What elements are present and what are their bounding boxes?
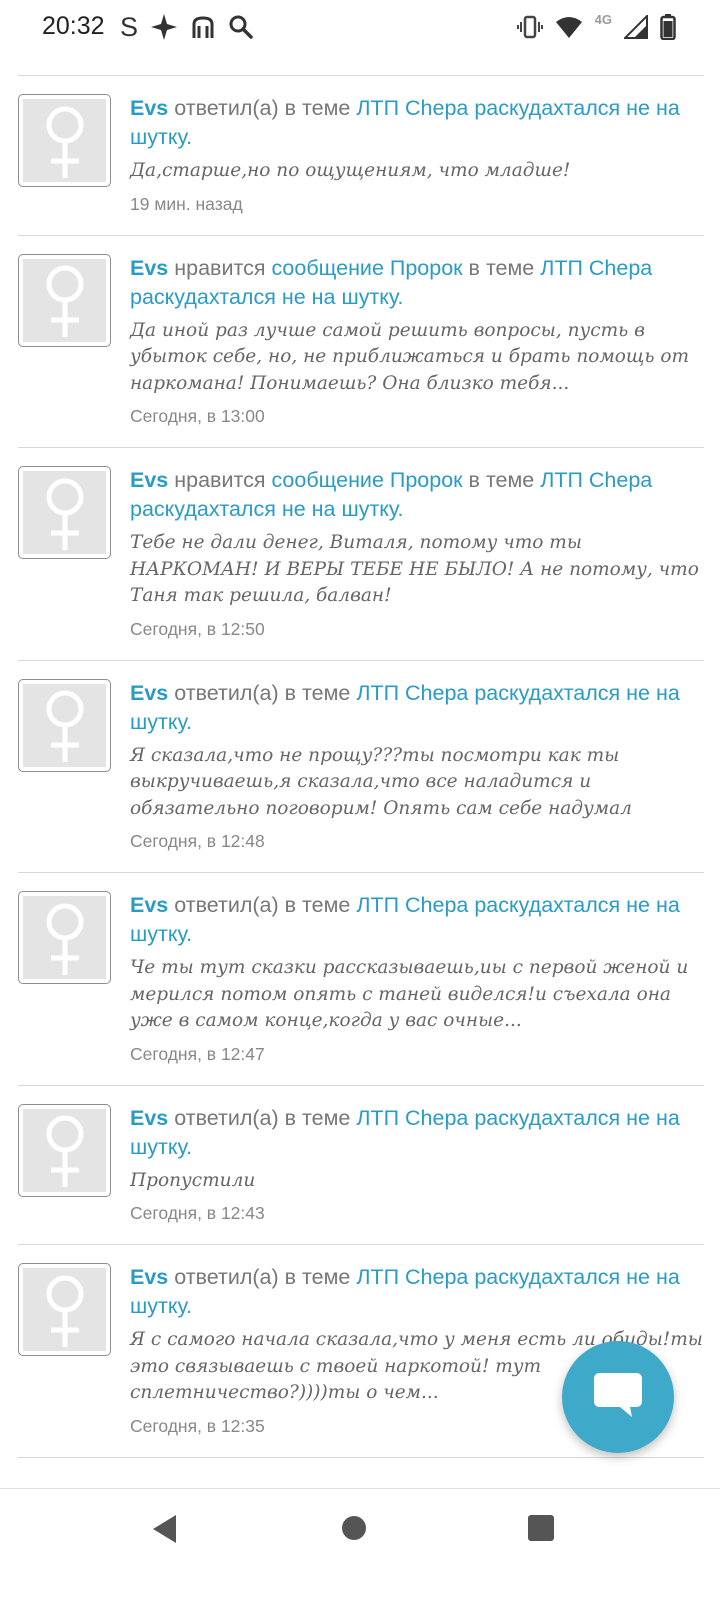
chat-bubble-icon [592,1371,644,1424]
message-link[interactable]: сообщение Пророк [271,468,462,492]
avatar[interactable] [18,1103,111,1197]
message-link[interactable]: сообщение Пророк [271,256,462,280]
sparkle-icon [150,13,178,41]
user-link[interactable]: Evs [130,96,168,120]
period: . [186,709,193,734]
item-headline: Evs ответил(а) в теме ЛТП Chepa раскудах… [130,679,704,737]
system-nav-bar [0,1488,720,1600]
item-headline: Evs ответил(а) в теме ЛТП Chepa раскудах… [130,94,704,152]
user-link[interactable]: Evs [130,256,168,280]
feed-item[interactable]: Evs нравится сообщение Пророк в теме ЛТП… [18,448,704,661]
female-avatar-icon [23,471,106,554]
user-link[interactable]: Evs [130,1106,168,1130]
action-text: нравится [168,468,272,492]
item-snippet: Да,старше,но по ощущениям, что младше! [130,160,571,181]
item-snippet: Да иной раз лучше самой решить вопросы, … [130,319,690,394]
item-snippet: Тебе не дали денег, Виталя, потому что т… [130,532,699,606]
female-avatar-icon [23,683,106,767]
item-headline: Evs нравится сообщение Пророк в теме ЛТП… [130,466,704,524]
item-time: 19 мин. назад [130,193,243,214]
feed-item[interactable]: Evs ответил(а) в теме ЛТП Chepa раскудах… [18,1086,704,1245]
avatar[interactable] [18,891,111,984]
network-type: 4G [594,11,612,27]
item-snippet: Пропустили [130,1169,256,1191]
feed-item[interactable]: Evs ответил(а) в теме ЛТП Chepa раскудах… [18,873,704,1086]
wifi-icon [555,15,583,39]
battery-icon [660,14,676,40]
feed-item[interactable]: Evs ответил(а) в теме ЛТП Chepa раскудах… [18,76,704,236]
item-headline: Evs ответил(а) в теме ЛТП Chepa раскудах… [130,1263,704,1321]
recent-apps-icon[interactable] [528,1515,554,1546]
action-text: ответил(а) в теме [168,96,357,120]
item-time: Сегодня, в 12:47 [130,1043,265,1064]
user-link[interactable]: Evs [130,681,168,705]
item-snippet: Че ты тут сказки рассказываешь,иы с перв… [130,957,689,1031]
period: . [186,922,193,946]
period: . [397,497,404,521]
status-left-icons: S [120,10,254,44]
user-link[interactable]: Evs [130,893,168,917]
period: . [397,284,404,309]
item-snippet: Я сказала,что не прощу???ты посмотри как… [130,744,632,819]
feed-item[interactable]: Evs нравится сообщение Пророк в теме ЛТП… [18,236,704,448]
item-time: Сегодня, в 12:50 [130,618,265,639]
action-text: в теме [462,468,541,492]
bag-icon [190,14,216,40]
female-avatar-icon [23,1268,106,1351]
item-time: Сегодня, в 13:00 [130,406,265,426]
action-text: ответил(а) в теме [168,1265,357,1289]
back-icon[interactable] [150,1513,180,1550]
status-time: 20:32 [42,12,105,40]
item-headline: Evs ответил(а) в теме ЛТП Chepa раскудах… [130,1104,704,1162]
avatar[interactable] [18,466,111,559]
user-link[interactable]: Evs [130,1265,168,1289]
status-bar: 20:32 S 4G [0,0,720,56]
item-time: Сегодня, в 12:43 [130,1203,265,1223]
female-avatar-icon [23,896,106,979]
search-icon [228,14,254,40]
action-text: ответил(а) в теме [168,1105,357,1130]
female-avatar-icon [23,1108,106,1192]
item-time: Сегодня, в 12:48 [130,831,265,851]
chat-fab-button[interactable] [562,1341,674,1453]
status-right-icons: 4G [516,10,676,44]
home-icon[interactable] [341,1515,367,1546]
female-avatar-icon [23,258,106,342]
period: . [186,1294,193,1318]
item-headline: Evs ответил(а) в теме ЛТП Chepa раскудах… [130,891,704,949]
action-text: в теме [462,255,541,280]
item-headline: Evs нравится сообщение Пророк в теме ЛТП… [130,254,704,312]
action-text: ответил(а) в теме [168,680,357,705]
user-link[interactable]: Evs [130,468,168,492]
avatar[interactable] [18,94,111,187]
period: . [186,1134,193,1159]
s-icon: S [120,11,139,42]
avatar[interactable] [18,678,111,772]
signal-icon [624,15,648,39]
avatar[interactable] [18,1263,111,1356]
avatar[interactable] [18,253,111,347]
feed-item[interactable]: Evs ответил(а) в теме ЛТП Chepa раскудах… [18,661,704,873]
period: . [186,125,193,149]
activity-feed: Evs ответил(а) в теме ЛТП Chepa раскудах… [18,75,704,1458]
vibrate-icon [516,14,543,40]
action-text: нравится [168,255,272,280]
female-avatar-icon [23,99,106,182]
action-text: ответил(а) в теме [168,893,357,917]
